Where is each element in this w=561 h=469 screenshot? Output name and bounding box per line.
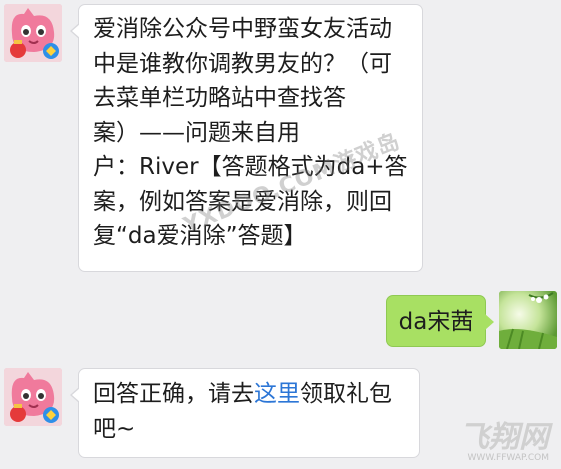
message-line: 去菜单栏功略站中查找答: [93, 85, 346, 111]
reply-text: da宋茜: [398, 309, 474, 335]
reward-link[interactable]: 这里: [254, 381, 300, 407]
site-logo: 飞翔网 WWW.FFWAP.COM: [459, 420, 549, 464]
message-line: 复“da爱消除”答题】: [93, 223, 307, 249]
pet-mascot-icon: [4, 368, 62, 426]
user-avatar[interactable]: [499, 291, 557, 349]
message-line: 中是谁教你调教男友的？（可: [93, 50, 392, 77]
official-avatar[interactable]: [4, 4, 62, 62]
nature-photo-icon: [499, 291, 557, 349]
logo-url: WWW.FFWAP.COM: [467, 453, 549, 463]
answer-text: 回答正确，请去: [93, 381, 254, 407]
message-line: 回答正确，请去这里领取礼包: [93, 377, 407, 412]
pet-mascot-icon: [4, 4, 62, 62]
official-avatar[interactable]: [4, 368, 62, 426]
message-bubble-answer: 回答正确，请去这里领取礼包 吧~: [70, 368, 420, 458]
logo-text: 飞翔网: [459, 420, 549, 455]
message-line: 吧~: [93, 415, 136, 442]
answer-text: 领取礼包: [300, 381, 392, 407]
message-line: 爱消除公众号中野蛮女友活动: [93, 16, 392, 42]
message-bubble-reply: da宋茜: [386, 295, 494, 347]
